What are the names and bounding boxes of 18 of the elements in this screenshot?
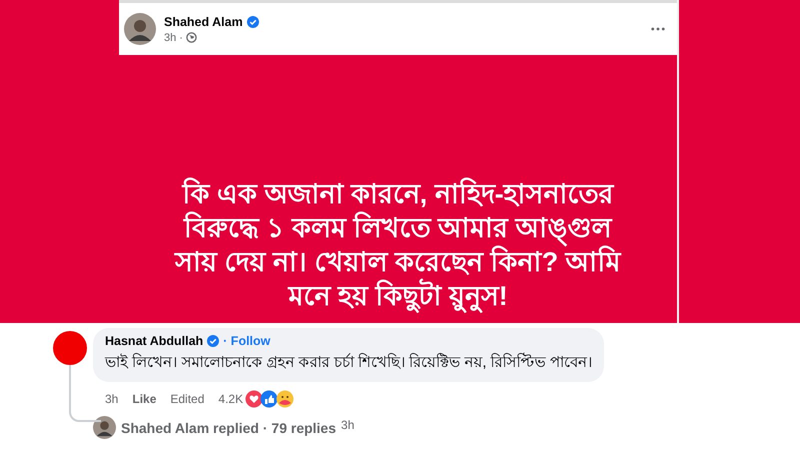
globe-icon — [186, 32, 197, 43]
like-link[interactable]: Like — [132, 392, 156, 406]
commenter-name[interactable]: Hasnat Abdullah — [105, 334, 204, 348]
reply-time: 3h — [341, 418, 354, 432]
replier-avatar-icon[interactable] — [93, 416, 116, 439]
comment-time[interactable]: 3h — [105, 392, 118, 406]
commenter-avatar[interactable] — [53, 331, 87, 365]
author-name[interactable]: Shahed Alam — [164, 14, 243, 28]
follow-link[interactable]: · Follow — [223, 334, 270, 348]
avatar-icon[interactable] — [124, 13, 156, 45]
more-options-icon[interactable] — [651, 27, 665, 31]
comment-text: ভাই লিখেন। সমালোচনাকে গ্রহন করার চর্চা শিখেছি। রিয়েক্টিভ নয়, রিসিপ্টিভ পাবেন। — [105, 352, 592, 373]
reaction-count[interactable]: 4.2K — [218, 392, 244, 406]
replies-link[interactable]: Shahed Alam replied · 79 replies — [121, 420, 336, 436]
post-text: কি এক অজানা কারনে, নাহিদ-হাসনাতের বিরুদ্ধে ১ কলম লিখতে আমার আঙ্গুল সায় দেয় না। খেয়াল করেছেন কিনা? আমি মনে হয় কিছুটা য়ুনুস! — [173, 177, 622, 313]
post-time[interactable]: 3h · — [164, 32, 183, 44]
edited-label: Edited — [170, 392, 204, 406]
thread-line — [69, 365, 101, 422]
